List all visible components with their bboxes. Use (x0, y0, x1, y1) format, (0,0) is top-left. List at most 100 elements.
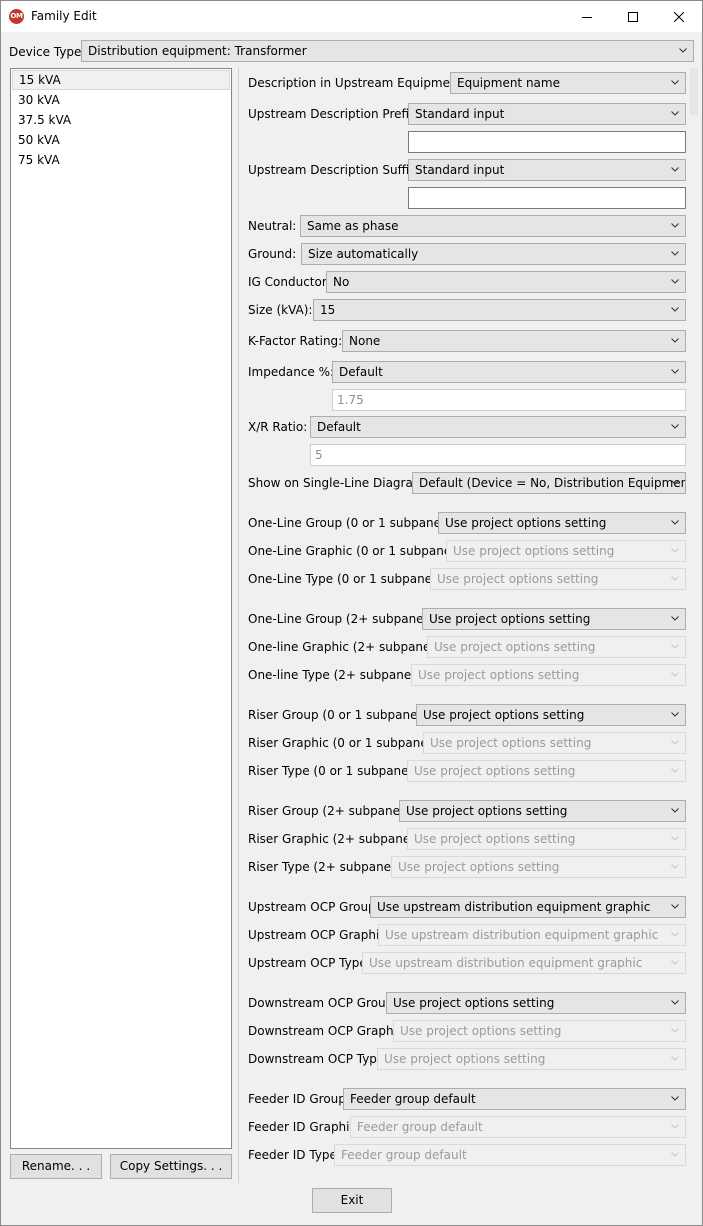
device-type-select[interactable]: Distribution equipment: Transformer (81, 40, 694, 62)
chevron-down-icon (671, 369, 679, 374)
downstream-ocp-type-label: Downstream OCP Type: (248, 1052, 389, 1066)
chevron-down-icon (671, 80, 679, 85)
minimize-button[interactable] (564, 1, 610, 32)
chevron-down-icon (671, 768, 679, 773)
upstream-prefix-input[interactable] (408, 131, 686, 153)
oneline-graphic-01-label: One-Line Graphic (0 or 1 subpanels): (248, 544, 470, 558)
oneline-type-01-select[interactable]: Use project options setting (430, 568, 686, 590)
riser-type-2p-select[interactable]: Use project options setting (391, 856, 686, 878)
copy-settings-button[interactable]: Copy Settings. . . (110, 1154, 232, 1179)
exit-button[interactable]: Exit (312, 1188, 392, 1213)
downstream-ocp-graphic-select[interactable]: Use project options setting (393, 1020, 686, 1042)
chevron-down-icon (671, 904, 679, 909)
impedance-value: Default (339, 365, 383, 379)
riser-group-2p-label: Riser Group (2+ subpanels): (248, 804, 419, 818)
riser-group-01-select[interactable]: Use project options setting (416, 704, 686, 726)
riser-type-01-select[interactable]: Use project options setting (407, 760, 686, 782)
riser-graphic-01-label: Riser Graphic (0 or 1 subpanels): (248, 736, 447, 750)
size-kva-label: Size (kVA): (248, 303, 313, 317)
list-item-37-5kva[interactable]: 37.5 kVA (12, 110, 230, 130)
maximize-button[interactable] (610, 1, 656, 32)
riser-graphic-01-select[interactable]: Use project options setting (423, 732, 686, 754)
upstream-ocp-graphic-label: Upstream OCP Graphic: (248, 928, 390, 942)
feeder-id-group-select[interactable]: Feeder group default (343, 1088, 686, 1110)
window-title: Family Edit (31, 9, 97, 23)
size-kva-value: 15 (320, 303, 336, 317)
oneline-type-01-label: One-Line Type (0 or 1 subpanels): (248, 572, 451, 586)
oneline-type-2p-value: Use project options setting (418, 668, 580, 682)
upstream-suffix-value: Standard input (415, 163, 505, 177)
feeder-id-type-select[interactable]: Feeder group default (334, 1144, 686, 1166)
show-single-line-select[interactable]: Default (Device = No, Distribution Equip… (412, 472, 686, 494)
chevron-down-icon (671, 740, 679, 745)
riser-graphic-2p-label: Riser Graphic (2+ subpanels): (248, 832, 429, 846)
oneline-group-01-select[interactable]: Use project options setting (438, 512, 686, 534)
ig-conductor-label: IG Conductor: (248, 275, 331, 289)
list-item-30kva[interactable]: 30 kVA (12, 90, 230, 110)
chevron-down-icon (671, 960, 679, 965)
k-factor-value: None (349, 334, 381, 348)
maximize-icon (628, 11, 638, 22)
riser-graphic-2p-select[interactable]: Use project options setting (407, 828, 686, 850)
oneline-group-01-label: One-Line Group (0 or 1 subpanels): (248, 516, 460, 530)
downstream-ocp-group-select[interactable]: Use project options setting (386, 992, 686, 1014)
riser-graphic-2p-value: Use project options setting (414, 832, 576, 846)
chevron-down-icon (671, 864, 679, 869)
oneline-graphic-2p-select[interactable]: Use project options setting (427, 636, 686, 658)
upstream-suffix-select[interactable]: Standard input (408, 159, 686, 181)
size-kva-select[interactable]: 15 (313, 299, 686, 321)
list-item-50kva[interactable]: 50 kVA (12, 130, 230, 150)
downstream-ocp-group-label: Downstream OCP Group: (248, 996, 398, 1010)
oneline-type-01-value: Use project options setting (437, 572, 599, 586)
upstream-prefix-value: Standard input (415, 107, 505, 121)
riser-group-01-value: Use project options setting (423, 708, 585, 722)
oneline-type-2p-select[interactable]: Use project options setting (411, 664, 686, 686)
close-button[interactable] (656, 1, 702, 32)
chevron-down-icon (671, 644, 679, 649)
impedance-input[interactable]: 1.75 (332, 389, 686, 411)
upstream-prefix-select[interactable]: Standard input (408, 103, 686, 125)
desc-upstream-label: Description in Upstream Equipment: (248, 76, 467, 90)
upstream-ocp-group-value: Use upstream distribution equipment grap… (377, 900, 651, 914)
downstream-ocp-group-value: Use project options setting (393, 996, 555, 1010)
neutral-select[interactable]: Same as phase (300, 215, 686, 237)
ground-select[interactable]: Size automatically (301, 243, 686, 265)
chevron-down-icon (671, 836, 679, 841)
chevron-down-icon (671, 223, 679, 228)
feeder-id-group-label: Feeder ID Group: (248, 1092, 350, 1106)
chevron-down-icon (671, 932, 679, 937)
feeder-id-graphic-select[interactable]: Feeder group default (350, 1116, 686, 1138)
xr-ratio-input[interactable]: 5 (310, 444, 686, 466)
list-item-15kva[interactable]: 15 kVA (12, 70, 230, 90)
settings-scrollbar[interactable] (690, 68, 698, 115)
chevron-down-icon (671, 616, 679, 621)
chevron-down-icon (671, 1028, 679, 1033)
app-logo-icon: OM (9, 9, 24, 24)
upstream-ocp-type-select[interactable]: Use upstream distribution equipment grap… (362, 952, 686, 974)
upstream-ocp-graphic-select[interactable]: Use upstream distribution equipment grap… (378, 924, 686, 946)
chevron-down-icon (671, 1152, 679, 1157)
downstream-ocp-type-select[interactable]: Use project options setting (377, 1048, 686, 1070)
close-icon (674, 11, 684, 22)
oneline-type-2p-label: One-line Type (2+ subpanels): (248, 668, 430, 682)
list-item-75kva[interactable]: 75 kVA (12, 150, 230, 170)
impedance-select[interactable]: Default (332, 361, 686, 383)
ig-conductor-select[interactable]: No (326, 271, 686, 293)
desc-upstream-select[interactable]: Equipment name (450, 72, 686, 94)
xr-ratio-select[interactable]: Default (310, 416, 686, 438)
upstream-ocp-group-select[interactable]: Use upstream distribution equipment grap… (370, 896, 686, 918)
rename-button[interactable]: Rename. . . (10, 1154, 102, 1179)
chevron-down-icon (671, 424, 679, 429)
feeder-id-group-value: Feeder group default (350, 1092, 476, 1106)
feeder-id-graphic-value: Feeder group default (357, 1120, 483, 1134)
oneline-graphic-01-select[interactable]: Use project options setting (446, 540, 686, 562)
upstream-suffix-input[interactable] (408, 187, 686, 209)
k-factor-select[interactable]: None (342, 330, 686, 352)
oneline-group-2p-select[interactable]: Use project options setting (422, 608, 686, 630)
device-type-value: Distribution equipment: Transformer (88, 44, 307, 58)
riser-type-2p-label: Riser Type (2+ subpanels): (248, 860, 410, 874)
family-size-list[interactable]: 15 kVA 30 kVA 37.5 kVA 50 kVA 75 kVA (10, 68, 232, 1149)
feeder-id-graphic-label: Feeder ID Graphic: (248, 1120, 361, 1134)
riser-group-2p-select[interactable]: Use project options setting (399, 800, 686, 822)
upstream-suffix-label: Upstream Description Suffix: (248, 163, 421, 177)
